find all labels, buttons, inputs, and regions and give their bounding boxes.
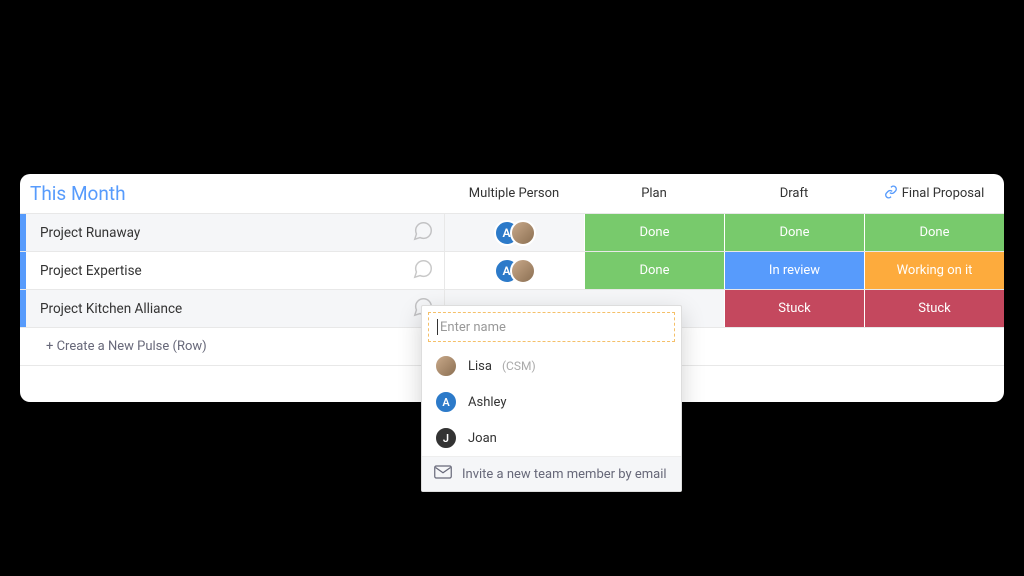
status-label: Done <box>639 263 669 278</box>
column-header-plan[interactable]: Plan <box>584 186 724 201</box>
status-cell-draft[interactable]: In review <box>724 252 864 289</box>
row-name-cell[interactable]: Project Kitchen Alliance <box>26 290 444 327</box>
person-option-meta: (CSM) <box>502 359 536 373</box>
status-cell-final[interactable]: Stuck <box>864 290 1004 327</box>
person-option-name: Lisa <box>468 359 492 374</box>
person-search-input[interactable]: Enter name <box>428 312 675 342</box>
column-header-final-label: Final Proposal <box>902 186 985 201</box>
person-option-name: Joan <box>468 431 497 446</box>
status-label: Done <box>919 225 949 240</box>
group-title[interactable]: This Month <box>20 182 444 205</box>
header-row: This Month Multiple Person Plan Draft Fi… <box>20 174 1004 214</box>
status-label: In review <box>769 263 820 278</box>
chat-icon[interactable] <box>412 220 444 246</box>
avatar <box>510 220 536 246</box>
invite-label: Invite a new team member by email <box>462 467 667 482</box>
row-name-cell[interactable]: Project Runaway <box>26 214 444 251</box>
row-name-text: Project Expertise <box>40 263 142 279</box>
table-row[interactable]: Project Runaway A Done Done Done <box>20 214 1004 252</box>
status-cell-final[interactable]: Working on it <box>864 252 1004 289</box>
table-row[interactable]: Project Expertise A Done In review Working o… <box>20 252 1004 290</box>
avatar: J <box>434 426 458 450</box>
status-cell-plan[interactable]: Done <box>584 252 724 289</box>
person-picker-popover: Enter name Lisa (CSM) A Ashley J Joan Invite … <box>421 305 682 492</box>
text-caret <box>437 319 438 335</box>
row-name-cell[interactable]: Project Expertise <box>26 252 444 289</box>
avatar: A <box>434 390 458 414</box>
board: This Month Multiple Person Plan Draft Fi… <box>20 174 1004 402</box>
link-icon <box>884 185 898 203</box>
status-label: Done <box>639 225 669 240</box>
person-option[interactable]: J Joan <box>422 420 681 456</box>
status-label: Done <box>779 225 809 240</box>
column-header-final[interactable]: Final Proposal <box>864 185 1004 203</box>
new-row-label: + Create a New Pulse (Row) <box>26 339 207 354</box>
invite-by-email[interactable]: Invite a new team member by email <box>422 456 681 491</box>
person-option[interactable]: A Ashley <box>422 384 681 420</box>
status-label: Stuck <box>918 301 951 316</box>
status-cell-draft[interactable]: Done <box>724 214 864 251</box>
person-option-name: Ashley <box>468 395 506 410</box>
row-name-text: Project Runaway <box>40 225 140 241</box>
status-cell-draft[interactable]: Stuck <box>724 290 864 327</box>
status-label: Working on it <box>897 263 973 278</box>
status-cell-plan[interactable]: Done <box>584 214 724 251</box>
column-header-person[interactable]: Multiple Person <box>444 186 584 201</box>
mail-icon <box>434 465 452 483</box>
chat-icon[interactable] <box>412 258 444 284</box>
row-name-text: Project Kitchen Alliance <box>40 301 182 317</box>
person-search-placeholder: Enter name <box>440 320 506 335</box>
avatar <box>434 354 458 378</box>
person-cell[interactable]: A <box>444 252 584 289</box>
status-label: Stuck <box>778 301 811 316</box>
avatar <box>510 258 536 284</box>
status-cell-final[interactable]: Done <box>864 214 1004 251</box>
person-cell[interactable]: A <box>444 214 584 251</box>
column-header-draft[interactable]: Draft <box>724 186 864 201</box>
person-option[interactable]: Lisa (CSM) <box>422 348 681 384</box>
